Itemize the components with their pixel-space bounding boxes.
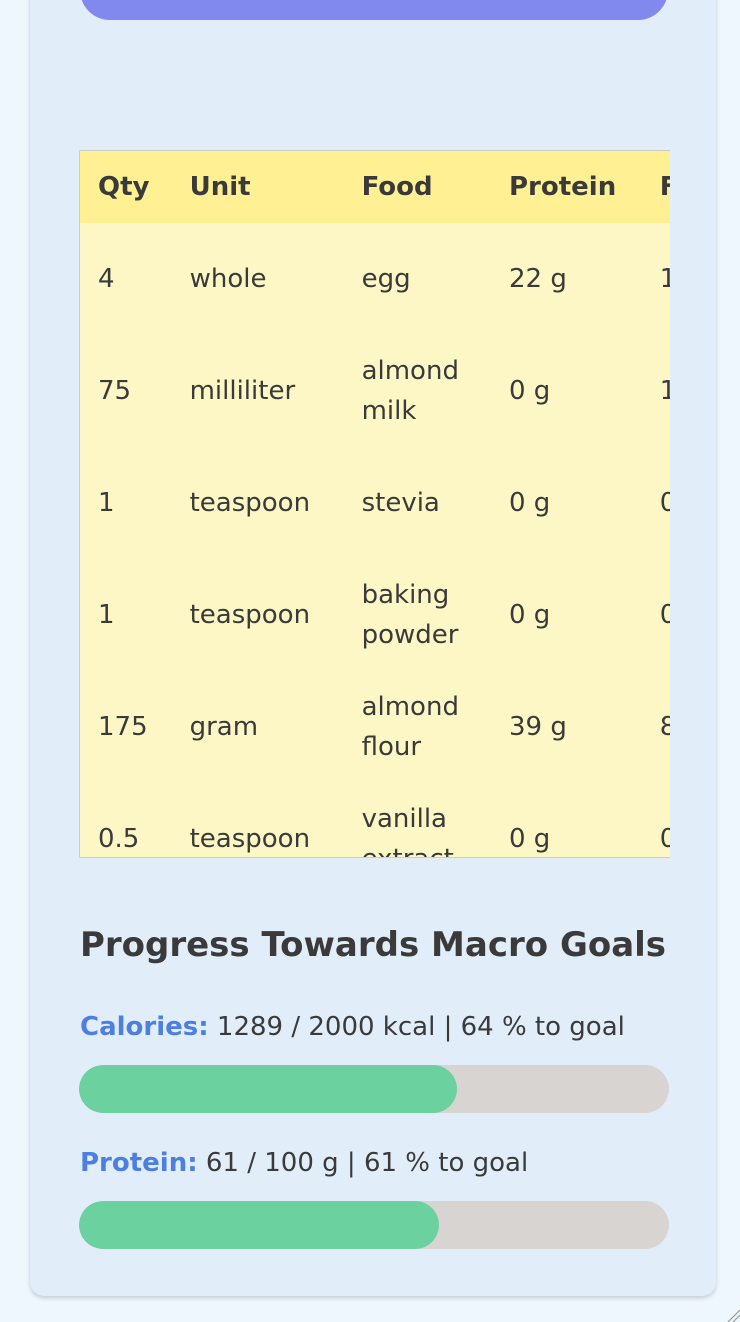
cell-protein: 39 g (509, 712, 567, 742)
cell-food: almond flour (361, 692, 459, 762)
protein-progress-fill (79, 1201, 439, 1249)
cell-qty: 175 (98, 712, 148, 742)
protein-label-row: Protein: 61 / 100 g | 61 % to goal (80, 1148, 528, 1178)
cell-fat: 1 g (642, 335, 670, 447)
cell-unit: whole (189, 264, 267, 294)
table-row: 175 gram almond flour 39 g 87 g (80, 671, 670, 783)
cell-fat: 0 g (642, 447, 670, 559)
ingredients-table: Qty Unit Food Protein Fat 4 whole egg 22… (80, 151, 670, 857)
header-fat: Fat (642, 151, 670, 223)
progress-title: Progress Towards Macro Goals (79, 925, 667, 965)
ingredients-table-container: Qty Unit Food Protein Fat 4 whole egg 22… (79, 150, 670, 858)
cell-unit: gram (189, 712, 259, 742)
protein-progress-bar (79, 1201, 669, 1249)
table-row: 75 milliliter almond milk 0 g 1 g (80, 335, 670, 447)
table-row: 1 teaspoon stevia 0 g 0 g (80, 447, 670, 559)
calories-value: 1289 / 2000 kcal | 64 % to goal (216, 1012, 625, 1042)
cell-unit: milliliter (189, 376, 296, 406)
page: Qty Unit Food Protein Fat 4 whole egg 22… (0, 0, 740, 1322)
table-row: 1 teaspoon baking powder 0 g 0 g (80, 559, 670, 671)
cell-protein: 0 g (509, 376, 551, 406)
cell-food: egg (361, 264, 411, 294)
cell-protein: 0 g (509, 600, 551, 630)
cell-food: stevia (361, 488, 440, 518)
cell-protein: 0 g (509, 488, 551, 518)
cell-protein: 0 g (509, 824, 551, 854)
calories-progress-fill (79, 1065, 457, 1113)
table-row: 0.5 teaspoon vanilla extract 0 g 0 g (80, 783, 670, 857)
action-button[interactable] (80, 0, 668, 20)
header-food: Food (361, 172, 433, 202)
table-header-row: Qty Unit Food Protein Fat (80, 151, 670, 223)
protein-label: Protein: (80, 1148, 198, 1178)
table-row: 4 whole egg 22 g 16 g (80, 223, 670, 335)
header-unit: Unit (189, 172, 251, 202)
cell-qty: 4 (98, 264, 115, 294)
cell-food: almond milk (361, 356, 459, 426)
cell-fat: 0 g (642, 559, 670, 671)
cell-fat: 0 g (642, 783, 670, 857)
cell-food: vanilla extract (361, 804, 454, 857)
protein-value: 61 / 100 g | 61 % to goal (205, 1148, 529, 1178)
cell-fat: 87 g (642, 671, 670, 783)
cell-unit: teaspoon (189, 488, 311, 518)
cell-qty: 1 (98, 600, 115, 630)
cell-qty: 75 (98, 376, 132, 406)
cell-unit: teaspoon (189, 824, 311, 854)
calories-progress-bar (79, 1065, 669, 1113)
calories-label: Calories: (80, 1012, 209, 1042)
header-protein: Protein (509, 172, 617, 202)
cell-unit: teaspoon (189, 600, 311, 630)
cell-qty: 0.5 (98, 824, 140, 854)
resize-grip-icon[interactable] (726, 1308, 740, 1322)
cell-qty: 1 (98, 488, 115, 518)
cell-fat: 16 g (642, 223, 670, 335)
calories-label-row: Calories: 1289 / 2000 kcal | 64 % to goa… (80, 1012, 625, 1042)
cell-protein: 22 g (509, 264, 567, 294)
header-qty: Qty (98, 172, 150, 202)
cell-food: baking powder (361, 580, 459, 650)
